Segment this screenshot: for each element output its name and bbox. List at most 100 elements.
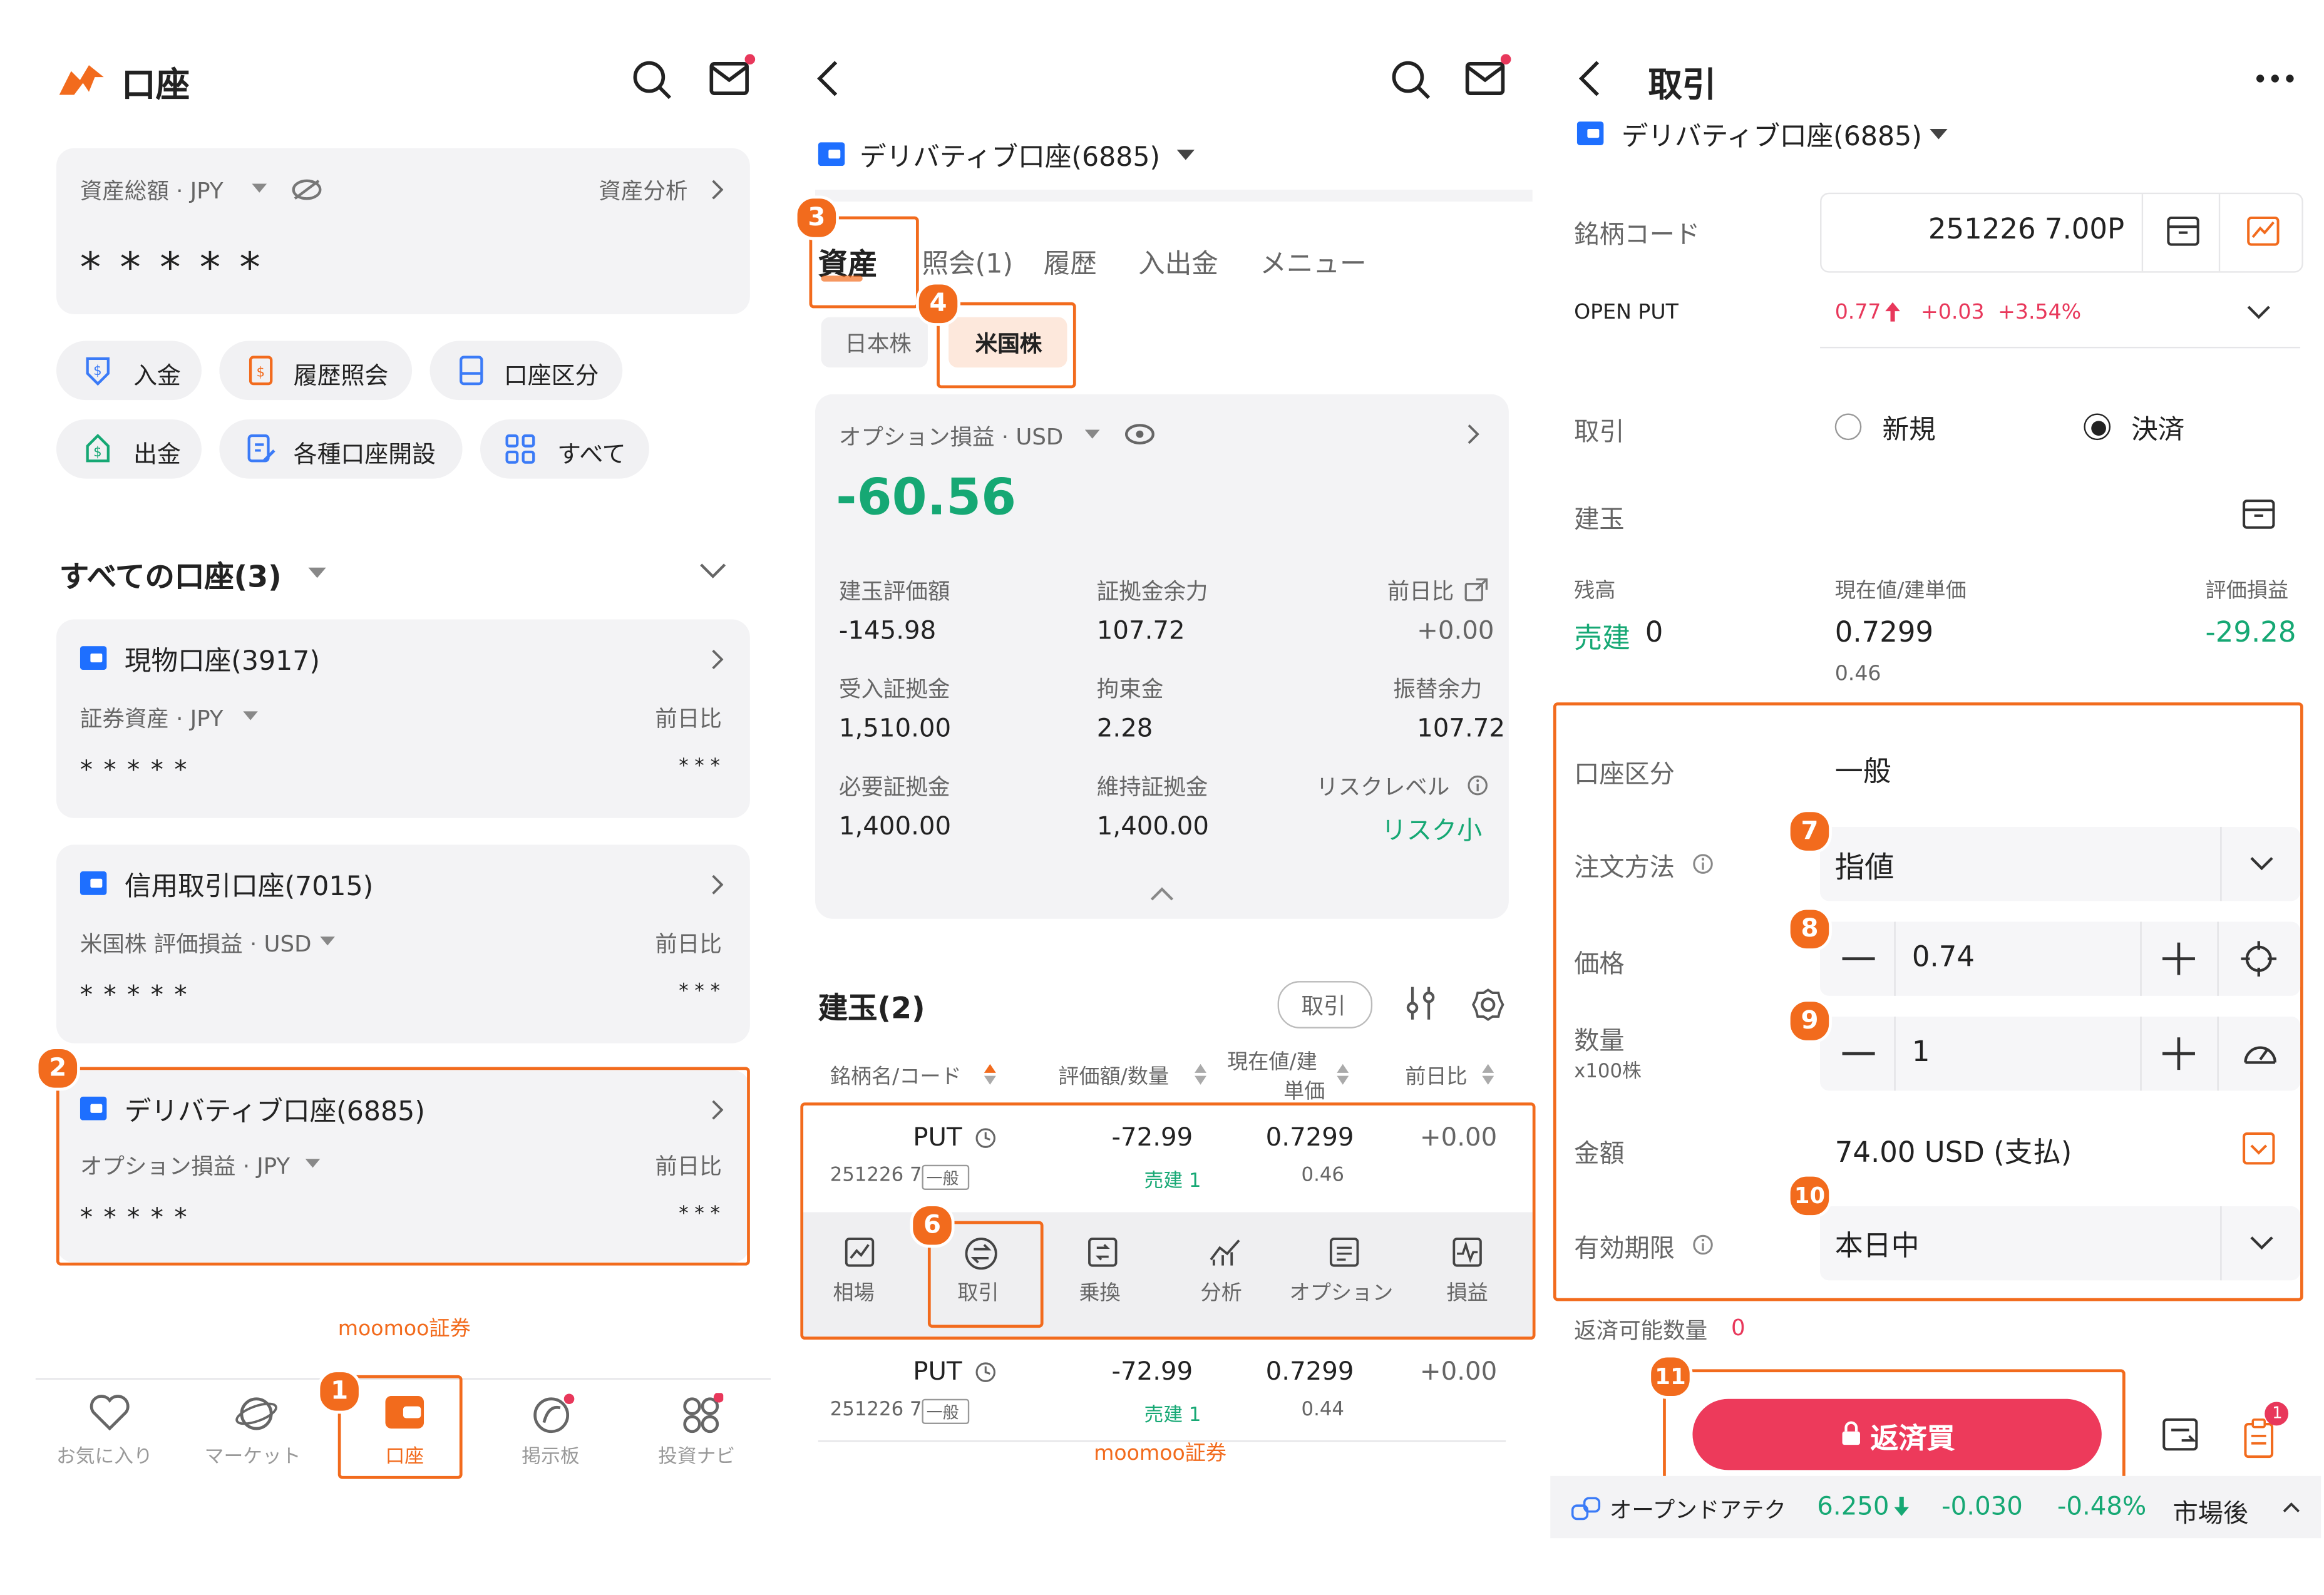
price-stepper[interactable]: 0.74	[1820, 921, 2301, 996]
increment-button[interactable]	[2140, 921, 2217, 995]
back-arrow-icon[interactable]	[815, 59, 839, 98]
increment-button[interactable]	[2140, 1017, 2217, 1090]
amount-value: 74.00 USD (支払)	[1834, 1136, 2072, 1169]
symbol-divider	[2218, 194, 2221, 272]
highlight-derivative-account	[56, 1067, 750, 1266]
info-icon[interactable]	[1692, 1234, 1713, 1255]
eye-off-icon[interactable]	[290, 178, 323, 202]
tab-inquiry[interactable]: 照会(1)	[922, 243, 1013, 282]
option-pl-label[interactable]: オプション損益 · USD	[839, 421, 1063, 452]
ticker-bar[interactable]: オープンドアテク 6.250 -0.030 -0.48% 市場後	[1550, 1475, 2321, 1539]
sort-icon	[1337, 1064, 1349, 1085]
settings-gear-icon[interactable]	[1470, 987, 1506, 1023]
history-button[interactable]: $ 履歴照会	[219, 341, 413, 401]
account-selector[interactable]: デリバティブ口座(6885)	[1622, 116, 1922, 155]
metric-label: 振替余力	[1393, 675, 1483, 703]
quote-pct: +3.54%	[1998, 300, 2082, 325]
chart-line-icon[interactable]	[2245, 215, 2281, 247]
radio-new[interactable]: 新規	[1834, 409, 1968, 448]
calculator-icon[interactable]	[2241, 1131, 2276, 1166]
clock-icon	[975, 1362, 995, 1382]
symbol-input[interactable]: 251226 7.00P	[1820, 192, 2303, 273]
wallet-outline-icon[interactable]	[2241, 498, 2276, 530]
step-badge-2: 2	[35, 1046, 80, 1091]
search-icon[interactable]	[631, 59, 672, 101]
metric-value: 1,400.00	[1096, 812, 1210, 842]
open-accounts-button[interactable]: 各種口座開設	[219, 419, 463, 479]
expiry-select[interactable]: 本日中	[1820, 1206, 2301, 1281]
filter-sliders-icon[interactable]	[1405, 984, 1437, 1023]
account-selector[interactable]: デリバティブ口座(6885)	[860, 136, 1160, 175]
radio-close[interactable]: 決済	[2084, 409, 2232, 448]
account-type-label: 口座区分	[503, 361, 599, 390]
svg-text:$: $	[257, 364, 265, 380]
nav-market[interactable]: マーケット	[193, 1390, 321, 1474]
back-arrow-icon[interactable]	[1577, 59, 1601, 98]
step-badge-1: 1	[317, 1369, 362, 1414]
all-label: すべて	[557, 440, 626, 469]
asset-analysis-link[interactable]: 資産分析	[599, 175, 687, 206]
closable-label: 返済可能数量	[1574, 1317, 1708, 1345]
plus-icon	[2162, 942, 2195, 975]
expand-chevron-icon[interactable]	[2247, 305, 2271, 321]
subtab-jp[interactable]: 日本株	[821, 317, 928, 368]
trade-button[interactable]: 取引	[1277, 981, 1373, 1028]
all-accounts-title[interactable]: すべての口座(3)	[59, 553, 282, 596]
qty-stepper[interactable]: 1	[1820, 1016, 2301, 1091]
withdraw-button[interactable]: $ 出金	[56, 419, 202, 479]
crosshair-icon[interactable]	[2241, 941, 2277, 977]
nav-board[interactable]: 掲示板	[489, 1390, 617, 1474]
account-logo-icon	[80, 646, 107, 670]
account-type-button[interactable]: 口座区分	[429, 341, 623, 401]
caret-down-icon	[308, 567, 326, 578]
info-icon[interactable]	[1468, 775, 1488, 796]
order-type-select[interactable]: 指値	[1820, 826, 2301, 901]
arrow-up-icon	[1885, 302, 1900, 322]
nav-invest[interactable]: 投資ナビ	[637, 1390, 765, 1474]
qty-unit: x100株	[1574, 1060, 1642, 1084]
code-label: 銘柄コード	[1574, 220, 1700, 251]
tab-menu[interactable]: メニュー	[1260, 243, 1366, 282]
all-button[interactable]: すべて	[480, 419, 649, 479]
search-icon[interactable]	[1391, 59, 1432, 101]
share-icon[interactable]	[1464, 578, 1488, 602]
account-card-margin[interactable]: 信用取引口座(7015) 米国株 評価損益 · USD 前日比 * * * * …	[56, 844, 750, 1044]
more-icon[interactable]	[2256, 74, 2295, 83]
position-name: PUT	[913, 1357, 962, 1387]
table-row[interactable]: PUT 251226 7 一般 -72.99 売建 1 0.7299 0.44 …	[803, 1340, 1533, 1440]
chevron-up-icon[interactable]	[2283, 1501, 2300, 1513]
stat-label: 残高	[1574, 579, 1616, 603]
withdraw-label: 出金	[133, 440, 181, 469]
eye-icon[interactable]	[1123, 423, 1156, 446]
nav-label: 掲示板	[522, 1446, 580, 1469]
switch-order-icon[interactable]	[2161, 1417, 2203, 1455]
gauge-icon[interactable]	[2241, 1036, 2280, 1069]
nav-favorites[interactable]: お気に入り	[44, 1390, 172, 1474]
col-header[interactable]: 現在値/建	[1227, 1046, 1317, 1075]
notification-count: 1	[2272, 1403, 2283, 1423]
chevron-up-icon[interactable]	[1150, 886, 1174, 901]
metric-label: 拘束金	[1096, 675, 1164, 703]
nav-label: 投資ナビ	[658, 1446, 736, 1469]
col-header[interactable]: 評価額/数量	[1058, 1061, 1169, 1090]
account-name: 信用取引口座(7015)	[124, 871, 374, 903]
mail-icon[interactable]	[1464, 53, 1514, 98]
account-panel: 口座 資産総額 · JPY 資産分析 * * * * * $ 入金 $ 履歴照会…	[0, 0, 774, 1594]
account-card-spot[interactable]: 現物口座(3917) 証券資産 · JPY 前日比 * * * * * * * …	[56, 619, 750, 818]
day-change-label: 前日比	[655, 930, 722, 958]
account-sub: 米国株 評価損益 · USD	[80, 930, 312, 958]
col-header[interactable]: 銘柄名/コード	[830, 1061, 962, 1090]
collapse-chevron-icon[interactable]	[699, 563, 726, 580]
stepper-divider	[2217, 1016, 2219, 1091]
tab-deposit[interactable]: 入出金	[1138, 243, 1218, 282]
position-label: 建玉	[1574, 505, 1625, 535]
metric-value: 107.72	[1096, 616, 1185, 647]
mail-icon[interactable]	[709, 53, 759, 98]
col-header[interactable]: 前日比	[1405, 1061, 1467, 1090]
wallet-outline-icon[interactable]	[2166, 215, 2201, 247]
assets-label[interactable]: 資産総額 · JPY	[80, 175, 224, 206]
tab-history[interactable]: 履歴	[1044, 243, 1097, 282]
info-icon[interactable]	[1692, 854, 1713, 874]
deposit-button[interactable]: $ 入金	[56, 341, 202, 401]
chevron-right-icon[interactable]	[1468, 424, 1479, 444]
